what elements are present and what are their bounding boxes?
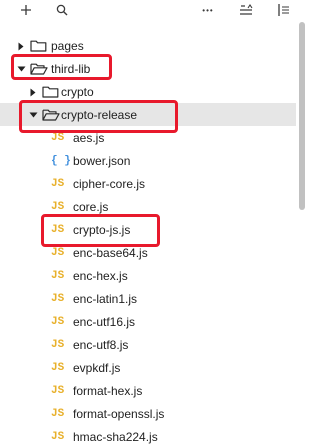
folder-icon	[42, 85, 59, 101]
tree-item-label: format-openssl.js	[73, 406, 165, 421]
js-file-icon: JS	[51, 315, 65, 328]
tree-item-label: enc-hex.js	[73, 268, 128, 283]
tree-item-label: bower.json	[73, 153, 131, 168]
js-file-icon: JS	[51, 430, 65, 443]
tree-item-label: core.js	[73, 199, 109, 214]
folder-icon	[30, 39, 47, 55]
tree-item-label: evpkdf.js	[73, 360, 121, 375]
explorer-toolbar: •••	[0, 0, 314, 20]
tree-item[interactable]: third-lib	[0, 57, 296, 80]
tree-item-label: third-lib	[51, 61, 91, 76]
chevron-right-icon[interactable]	[16, 41, 26, 51]
tree-item[interactable]: JS enc-utf8.js	[0, 333, 296, 356]
js-file-icon: JS	[51, 200, 65, 213]
tree-item[interactable]: JS core.js	[0, 195, 296, 218]
tree-item[interactable]: crypto	[0, 80, 296, 103]
chevron-down-icon[interactable]	[28, 110, 38, 120]
folder-open-icon	[42, 108, 60, 124]
tree-item[interactable]: JS crypto-js.js	[0, 218, 296, 241]
tree-item-label: enc-latin1.js	[73, 291, 138, 306]
tree-item-label: pages	[51, 38, 84, 53]
tree-item-label: enc-utf16.js	[73, 314, 136, 329]
tree-item[interactable]: JS aes.js	[0, 126, 296, 149]
tree-item[interactable]: JS enc-base64.js	[0, 241, 296, 264]
tree-item-label: crypto-release	[61, 107, 138, 122]
tree-item-label: aes.js	[73, 130, 105, 145]
js-file-icon: JS	[51, 292, 65, 305]
tree-item[interactable]: JS enc-hex.js	[0, 264, 296, 287]
js-file-icon: JS	[51, 384, 65, 397]
js-file-icon: JS	[51, 269, 65, 282]
tree-item[interactable]: JS cipher-core.js	[0, 172, 296, 195]
file-tree: pages third-lib crypto crypto-release JS aes.…	[0, 34, 296, 448]
scrollbar-thumb[interactable]	[299, 22, 305, 210]
js-file-icon: JS	[51, 361, 65, 374]
js-file-icon: JS	[51, 246, 65, 259]
chevron-right-icon[interactable]	[28, 87, 38, 97]
js-file-icon: JS	[51, 338, 65, 351]
tree-item-label: enc-utf8.js	[73, 337, 129, 352]
tree-item[interactable]: JS hmac-sha224.js	[0, 425, 296, 448]
tree-item-label: crypto	[61, 84, 94, 99]
js-file-icon: JS	[51, 177, 65, 190]
collapse-icon[interactable]	[274, 0, 294, 20]
tree-item[interactable]: JS evpkdf.js	[0, 356, 296, 379]
tree-item-label: format-hex.js	[73, 383, 143, 398]
tree-item-label: hmac-sha224.js	[73, 429, 158, 444]
json-file-icon: { }	[51, 154, 71, 167]
more-icon[interactable]: •••	[196, 0, 220, 20]
js-file-icon: JS	[51, 131, 65, 144]
js-file-icon: JS	[51, 223, 65, 236]
tree-item-label: enc-base64.js	[73, 245, 148, 260]
folder-open-icon	[30, 62, 48, 78]
chevron-down-icon[interactable]	[16, 64, 26, 74]
tree-item-label: cipher-core.js	[73, 176, 146, 191]
tree-item[interactable]: JS format-hex.js	[0, 379, 296, 402]
tree-item[interactable]: JS enc-utf16.js	[0, 310, 296, 333]
sort-icon[interactable]	[236, 0, 256, 20]
add-icon[interactable]	[16, 0, 36, 20]
js-file-icon: JS	[51, 407, 65, 420]
tree-item[interactable]: JS enc-latin1.js	[0, 287, 296, 310]
tree-item[interactable]: pages	[0, 34, 296, 57]
tree-item-label: crypto-js.js	[73, 222, 131, 237]
tree-item[interactable]: { } bower.json	[0, 149, 296, 172]
search-icon[interactable]	[52, 0, 72, 20]
tree-item[interactable]: crypto-release	[0, 103, 296, 126]
tree-item[interactable]: JS format-openssl.js	[0, 402, 296, 425]
